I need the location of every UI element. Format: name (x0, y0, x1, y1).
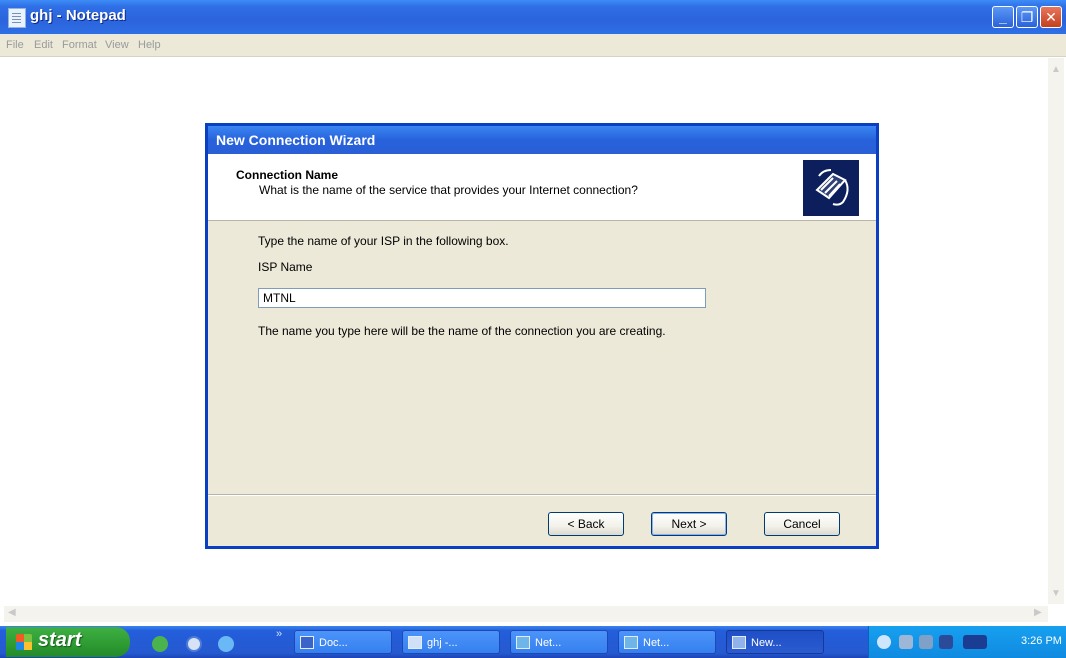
horizontal-scrollbar[interactable]: ◀ ▶ (4, 606, 1048, 622)
notepad-title: ghj - Notepad (30, 7, 126, 24)
scroll-up-arrow-icon[interactable]: ▲ (1051, 64, 1061, 75)
start-label: start (38, 629, 82, 651)
scroll-down-arrow-icon[interactable]: ▼ (1051, 588, 1061, 599)
quicklaunch-media-icon[interactable] (186, 636, 202, 652)
scroll-right-arrow-icon[interactable]: ▶ (1034, 607, 1042, 618)
connection-name-note: The name you type here will be the name … (258, 324, 666, 338)
quicklaunch-browser-icon[interactable] (218, 636, 234, 652)
notepad-menu-bar: File Edit Format View Help (0, 34, 1066, 57)
close-button[interactable]: ✕ (1040, 6, 1062, 28)
isp-name-input[interactable] (258, 288, 706, 308)
tray-volume-icon[interactable] (939, 635, 953, 649)
vertical-scrollbar[interactable]: ▲ ▼ (1048, 58, 1064, 604)
menu-help[interactable]: Help (138, 39, 161, 51)
notepad-title-bar[interactable]: ghj - Notepad _ ❐ ✕ (0, 0, 1066, 34)
wizard-header-subtitle: What is the name of the service that pro… (259, 183, 638, 197)
menu-edit[interactable]: Edit (34, 39, 53, 51)
system-tray: 3:26 PM (868, 626, 1066, 658)
task-label: New... (751, 637, 782, 649)
phone-handset-icon (803, 160, 859, 216)
maximize-button[interactable]: ❐ (1016, 6, 1038, 28)
wizard-header-title: Connection Name (236, 168, 339, 182)
network-connections-icon (624, 636, 638, 649)
task-label: ghj -... (427, 637, 458, 649)
close-icon: ✕ (1045, 9, 1057, 25)
minimize-button[interactable]: _ (992, 6, 1014, 28)
taskbar-task-new-connection[interactable]: New... (726, 630, 824, 654)
network-connections-icon (516, 636, 530, 649)
menu-file[interactable]: File (6, 39, 24, 51)
cancel-button[interactable]: Cancel (764, 512, 840, 536)
wizard-title: New Connection Wizard (216, 132, 376, 148)
word-document-icon (300, 636, 314, 649)
menu-view[interactable]: View (105, 39, 129, 51)
taskbar-task-doc[interactable]: Doc... (294, 630, 392, 654)
tray-clock[interactable]: 3:26 PM (1021, 635, 1062, 647)
tray-language-icon[interactable] (963, 635, 987, 649)
minimize-icon: _ (999, 9, 1007, 25)
taskbar-task-notepad[interactable]: ghj -... (402, 630, 500, 654)
notepad-icon[interactable] (8, 8, 26, 28)
quicklaunch-more-icon[interactable]: » (276, 628, 282, 640)
taskbar: start » Doc... ghj -... Net... Net... Ne… (0, 626, 1066, 658)
instruction-text: Type the name of your ISP in the followi… (258, 234, 509, 248)
start-button[interactable]: start (6, 627, 130, 657)
menu-format[interactable]: Format (62, 39, 97, 51)
tray-collapse-icon[interactable] (877, 635, 891, 649)
wizard-header: Connection Name What is the name of the … (208, 154, 876, 221)
task-label: Doc... (319, 637, 348, 649)
tray-network-icon[interactable] (899, 635, 913, 649)
taskbar-task-network-1[interactable]: Net... (510, 630, 608, 654)
scroll-left-arrow-icon[interactable]: ◀ (8, 607, 16, 618)
tray-network-icon-2[interactable] (919, 635, 933, 649)
wizard-icon (732, 636, 746, 649)
new-connection-wizard-dialog: New Connection Wizard Connection Name Wh… (205, 123, 879, 549)
back-button[interactable]: < Back (548, 512, 624, 536)
task-label: Net... (643, 637, 670, 649)
next-button[interactable]: Next > (651, 512, 727, 536)
wizard-title-bar[interactable]: New Connection Wizard (208, 126, 876, 154)
wizard-separator (208, 494, 876, 496)
notepad-icon (408, 636, 422, 649)
quicklaunch-network-icon[interactable] (152, 636, 168, 652)
windows-logo-icon (16, 634, 32, 650)
isp-name-label: ISP Name (258, 260, 313, 274)
task-label: Net... (535, 637, 562, 649)
taskbar-task-network-2[interactable]: Net... (618, 630, 716, 654)
restore-icon: ❐ (1020, 9, 1034, 25)
